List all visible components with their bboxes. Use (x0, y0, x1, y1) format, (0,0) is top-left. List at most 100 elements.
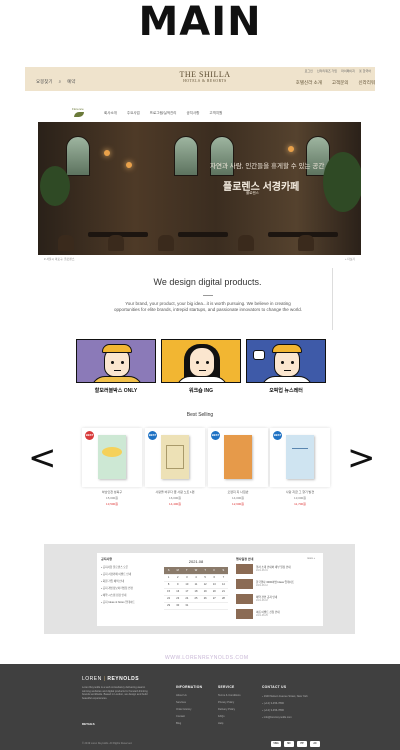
book-card[interactable]: BEST (145, 428, 205, 487)
calendar-day[interactable]: 10 (182, 581, 192, 589)
calendar-day[interactable]: 23 (173, 595, 183, 603)
calendar-day[interactable]: 12 (200, 581, 210, 589)
character-label-2[interactable]: 워크숍 ING (161, 387, 241, 394)
character-label-1[interactable]: 할모러블박스 ONLY (76, 387, 156, 394)
cafe-logo[interactable]: Florence (72, 107, 92, 118)
character-card-1[interactable] (76, 339, 156, 383)
calendar-day[interactable]: 26 (200, 595, 210, 603)
calendar-day[interactable]: 31 (182, 602, 192, 610)
calendar-day[interactable]: 6 (209, 574, 219, 582)
calendar-day[interactable]: 8 (164, 581, 174, 589)
cafe-nav-business[interactable]: 주요사업 (127, 111, 140, 116)
calendar-day[interactable]: 14 (218, 581, 228, 589)
book-title[interactable]: 오렌지 지 나침반 (208, 490, 268, 494)
calendar-day[interactable]: 20 (209, 588, 219, 596)
calendar-day[interactable] (200, 602, 210, 610)
event-item[interactable]: 여름 이벤트 신청 안내 2021-08-25 (236, 608, 318, 621)
chevron-left-icon[interactable]: < (28, 441, 57, 475)
footer-link[interactable]: Terms & Conditions (218, 694, 241, 701)
calendar-day[interactable] (191, 602, 201, 610)
event-item[interactable]: 예약 관련 공지 안내 2021-08-18 (236, 593, 318, 606)
calendar-day[interactable]: 29 (164, 602, 174, 610)
book-card[interactable]: BEST (208, 428, 268, 487)
hero-more-link[interactable]: + 더보기 (345, 257, 355, 261)
calendar-day[interactable] (209, 602, 219, 610)
reserve-link[interactable]: 예약 (67, 79, 75, 85)
notice-item[interactable]: 예약 시스템 점검 안내 (101, 593, 127, 597)
contact-email[interactable]: info@lorenreynolds.com (262, 716, 292, 719)
contact-phone[interactable]: (+12) 3-456-7890 (262, 702, 284, 705)
mouth (199, 369, 206, 371)
chevron-right-icon[interactable]: > (347, 441, 376, 475)
intro-title: We design digital products. (153, 277, 262, 287)
footer-logo[interactable]: LOREN | REYNOLDS (82, 676, 139, 682)
find-reservation-link[interactable]: 요봉찾기 (36, 79, 53, 85)
character-card-3[interactable] (246, 339, 326, 383)
calendar-day[interactable]: 22 (164, 595, 174, 603)
search-icon[interactable]: ⌕ (59, 79, 62, 85)
calendar-day[interactable]: 2 (173, 574, 183, 582)
calendar-day[interactable]: 1 (164, 574, 174, 582)
character-card-2[interactable] (161, 339, 241, 383)
cafe-nav-program[interactable]: 프로그램/실적관리 (150, 111, 177, 116)
hotel-logo[interactable]: THE SHILLA HOTELS & RESORTS (175, 70, 235, 83)
calendar-day[interactable]: 9 (173, 581, 183, 589)
nav-about[interactable]: 호텔신라 소개 (296, 80, 322, 86)
cafe-nav-notice[interactable]: 공지사항 (187, 111, 200, 116)
notice-item[interactable]: 공지사항 플로렌스 오픈 (101, 565, 128, 569)
book-card[interactable]: BEST (270, 428, 330, 487)
calendar-day[interactable]: 4 (191, 574, 201, 582)
cafe-nav-support[interactable]: 고객지원 (209, 111, 222, 116)
footer-link[interactable]: Help (218, 722, 241, 729)
footer-link[interactable]: Contact (176, 715, 202, 722)
event-item[interactable]: 행사 소개 안내와 세부 일정 안내 2021-08-01 (236, 563, 318, 576)
calendar-day[interactable]: 11 (191, 581, 201, 589)
calendar-day[interactable]: 3 (182, 574, 192, 582)
footer-link[interactable]: Blog (176, 722, 202, 729)
nav-rewards[interactable]: 신라리워 (358, 80, 375, 86)
footer-details-link[interactable]: DETAILS (82, 722, 95, 726)
events-more-link[interactable]: more + (307, 557, 315, 560)
footer-link[interactable]: Privacy Policy (218, 701, 241, 708)
intro-body: Your brand, your product, your big idea.… (113, 301, 303, 312)
footer-link[interactable]: Order History (176, 708, 202, 715)
book-title[interactable]: 하남인천 성북구 (82, 490, 142, 494)
page-title: MAIN (138, 0, 262, 45)
event-item[interactable]: 한국행사 3000여명 Ideas 업데이트 2021-08-12 (236, 578, 318, 591)
book-title[interactable]: 사랑을 바꾸다 옆 사람 노트 1편 (145, 490, 205, 494)
calendar-day[interactable]: 7 (218, 574, 228, 582)
calendar-day[interactable]: 18 (191, 588, 201, 596)
nav-contact[interactable]: 고객문의 (332, 80, 349, 86)
calendar-day[interactable]: 5 (200, 574, 210, 582)
calendar-day[interactable]: 16 (173, 588, 183, 596)
calendar-day[interactable]: 13 (209, 581, 219, 589)
book-card[interactable]: BEST (82, 428, 142, 487)
footer-link[interactable]: Delivery Policy (218, 708, 241, 715)
mypage-link[interactable]: 마이페이지 (341, 69, 355, 73)
notice-item[interactable]: 회원 가입 혜택 안내 (101, 579, 124, 583)
language-select[interactable]: ▣ 한국어 (359, 69, 371, 73)
calendar-day[interactable]: 27 (209, 595, 219, 603)
notice-item[interactable]: 공지 개인정보처리방침 변경 (101, 586, 133, 590)
footer-link[interactable]: About Us (176, 694, 202, 701)
eye (196, 361, 199, 364)
calendar-day[interactable]: 24 (182, 595, 192, 603)
calendar-day[interactable]: 21 (218, 588, 228, 596)
footer-link[interactable]: Services (176, 701, 202, 708)
notice-item[interactable]: 공지 서경카페 이벤트 안내 (101, 572, 131, 576)
notice-item[interactable]: 공지 Ideas & Notes 업데이트 (101, 600, 135, 604)
calendar-day[interactable]: 30 (173, 602, 183, 610)
book-title[interactable]: 사랑 지금 그 향기 발견 (270, 490, 330, 494)
calendar-day[interactable]: 28 (218, 595, 228, 603)
footer-link[interactable]: FAQs (218, 715, 241, 722)
calendar-day[interactable]: 25 (191, 595, 201, 603)
cafe-nav-company[interactable]: 회사소개 (104, 111, 117, 116)
rewards-join-link[interactable]: 신라리워즈 가입 (317, 69, 337, 73)
calendar-day[interactable] (218, 602, 228, 610)
calendar-day[interactable]: 19 (200, 588, 210, 596)
character-label-3[interactable]: 오픽업 뉴스레터 (246, 387, 326, 394)
calendar-day[interactable]: 15 (164, 588, 174, 596)
calendar-day[interactable]: 17 (182, 588, 192, 596)
login-link[interactable]: 로그인 (305, 69, 313, 73)
contact-phone[interactable]: (+12) 3-456-7890 (262, 709, 284, 712)
